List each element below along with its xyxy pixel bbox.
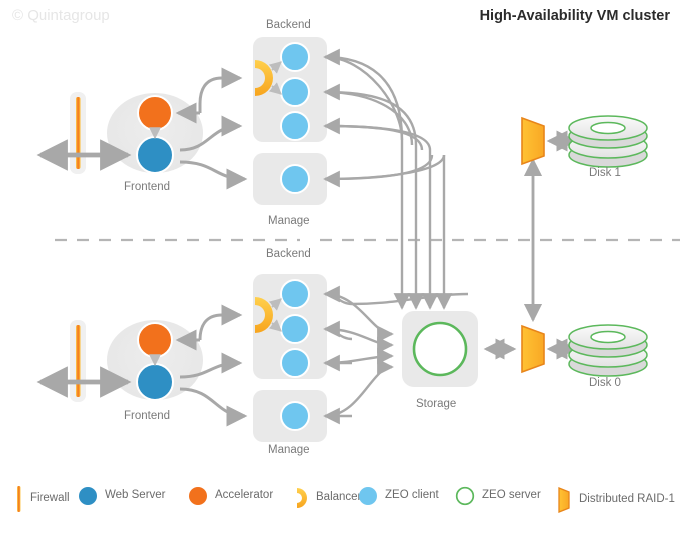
manage-label-top: Manage	[268, 215, 310, 227]
disk-bottom-label: Disk 0	[589, 377, 621, 389]
web-server-circle-bottom	[136, 363, 174, 401]
web-server-circle-icon	[79, 487, 97, 505]
legend-label: Web Server	[105, 489, 166, 502]
zeo-client-circle-icon	[359, 487, 377, 505]
accelerator-circle-top	[137, 95, 173, 131]
legend-item-raid: Distributed RAID-1	[556, 486, 675, 514]
raid-trapezoid-bottom	[521, 324, 545, 374]
legend-item-balancer: Balancer	[295, 486, 361, 510]
web-to-manage-bottom	[179, 387, 248, 427]
zeo-server-ring-icon	[455, 486, 475, 506]
legend-label: Balancer	[316, 491, 362, 504]
disk-top-label: Disk 1	[589, 167, 621, 179]
zeo-client-circle	[280, 401, 310, 431]
storage-to-client-top-3	[323, 117, 424, 151]
zeo-client-circle	[280, 164, 310, 194]
disk-stack-top	[568, 115, 648, 168]
client-feed-4	[324, 154, 446, 181]
storage-return-b1	[351, 292, 469, 306]
web-server-circle-top	[136, 136, 174, 174]
diagram-canvas: © Quintagroup High-Availability VM clust…	[0, 0, 684, 533]
zeo-server-ring	[412, 321, 468, 377]
backend-label-bottom: Backend	[266, 248, 311, 260]
accelerator-feed-top	[198, 76, 223, 113]
legend-item-web-server: Web Server	[78, 486, 166, 506]
legend-label: Accelerator	[215, 489, 274, 502]
client-to-storage-b1	[324, 292, 394, 343]
zeo-client-circle	[280, 111, 310, 141]
client-to-storage-b4	[324, 358, 394, 418]
legend-item-zeo-client: ZEO client	[358, 486, 439, 506]
zeo-client-circle	[280, 348, 310, 378]
backend-label-top: Backend	[266, 19, 311, 31]
zeo-client-circle	[280, 279, 310, 309]
legend-item-accelerator: Accelerator	[188, 486, 273, 506]
disk-stack-bottom	[568, 324, 648, 377]
legend-label: Distributed RAID-1	[579, 493, 675, 506]
storage-label: Storage	[416, 398, 457, 410]
accelerator-circle-icon	[189, 487, 207, 505]
accelerator-circle-bottom	[137, 322, 173, 358]
frontend-label-bottom: Frontend	[124, 410, 171, 422]
legend-item-zeo-server: ZEO server	[455, 486, 541, 506]
web-to-manage-top	[179, 160, 248, 190]
balancer-crescent-icon	[297, 488, 307, 508]
legend: Firewall Web Server Accelerator Balancer	[0, 481, 684, 517]
zeo-client-circle	[280, 42, 310, 72]
firewall-bar-bottom	[76, 325, 81, 397]
accelerator-feed-bottom	[198, 313, 223, 341]
zeo-client-circle	[280, 77, 310, 107]
firewall-bar-top	[76, 97, 81, 169]
legend-item-firewall: Firewall	[14, 486, 70, 512]
firewall-bar-icon	[17, 486, 21, 512]
legend-label: ZEO server	[482, 489, 541, 502]
zeo-client-circle	[280, 314, 310, 344]
legend-label: Firewall	[30, 492, 70, 505]
diagram-graphics	[36, 37, 680, 442]
frontend-label-top: Frontend	[124, 181, 171, 193]
manage-label-bottom: Manage	[268, 444, 310, 456]
legend-label: ZEO client	[385, 489, 439, 502]
raid-trapezoid-top	[521, 116, 545, 166]
raid-trapezoid-icon	[558, 487, 570, 513]
